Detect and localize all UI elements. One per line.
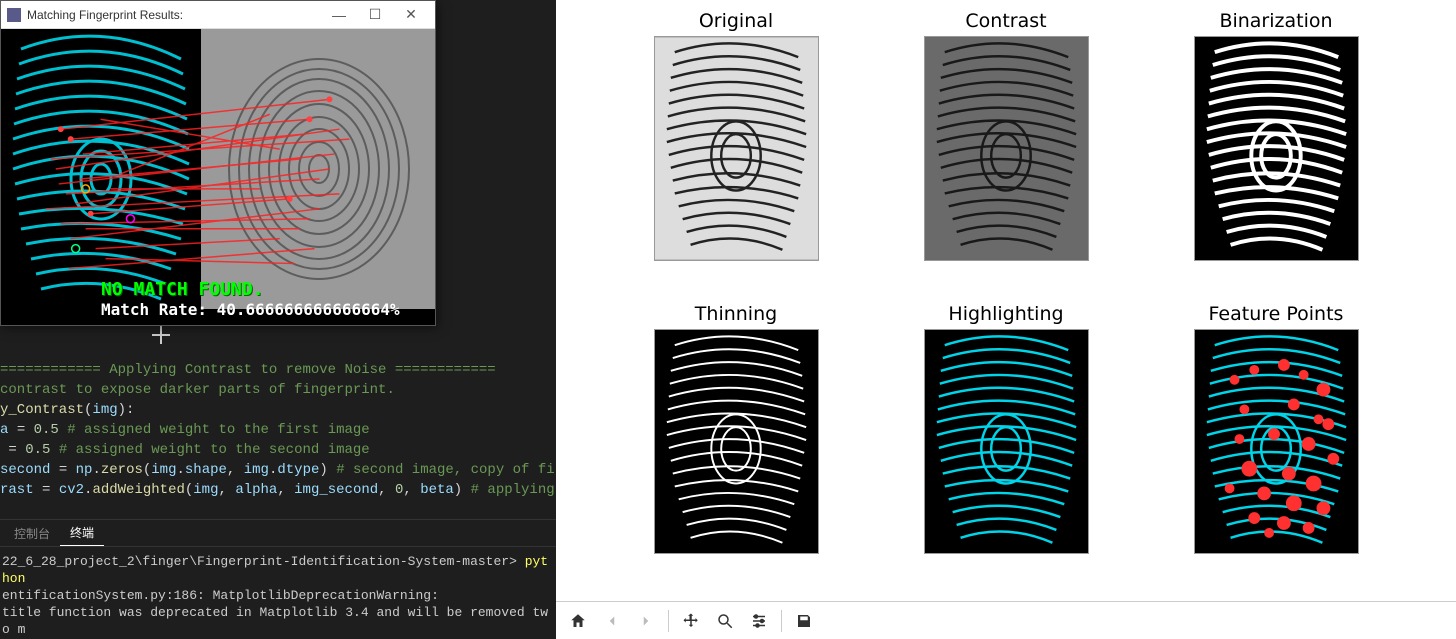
home-icon: [569, 612, 587, 630]
crosshair-cursor-icon: [152, 326, 170, 344]
match-rate-text: Match Rate: 40.666666666666664%: [101, 300, 427, 319]
back-button[interactable]: [596, 606, 628, 636]
plot-image: [924, 36, 1089, 261]
pan-icon: [682, 612, 700, 630]
plot-title: Highlighting: [948, 303, 1063, 325]
plot-original: Original: [616, 10, 856, 299]
configure-button[interactable]: [743, 606, 775, 636]
terminal-output[interactable]: 22_6_28_project_2\finger\Fingerprint-Ide…: [0, 547, 556, 639]
terminal-tabs: 控制台 终端: [0, 519, 556, 547]
plot-image: [654, 36, 819, 261]
forward-icon: [637, 612, 655, 630]
window-icon: [7, 8, 21, 22]
save-button[interactable]: [788, 606, 820, 636]
plot-image: [924, 329, 1089, 554]
tab-terminal[interactable]: 终端: [60, 520, 104, 546]
home-button[interactable]: [562, 606, 594, 636]
plot-contrast: Contrast: [886, 10, 1126, 299]
plot-grid: Original: [556, 0, 1456, 601]
plot-title: Contrast: [965, 10, 1046, 32]
matplotlib-figure-window: Original: [556, 0, 1456, 639]
plot-thinning: Thinning: [616, 303, 856, 592]
plot-image: [1194, 329, 1359, 554]
window-titlebar[interactable]: Matching Fingerprint Results: — ☐ ✕: [1, 1, 435, 29]
matplotlib-toolbar: [556, 601, 1456, 639]
toolbar-separator: [781, 610, 782, 632]
plot-title: Binarization: [1219, 10, 1332, 32]
close-button[interactable]: ✕: [393, 3, 429, 27]
forward-button[interactable]: [630, 606, 662, 636]
fingerprint-left-image: [1, 29, 201, 309]
tab-console[interactable]: 控制台: [4, 521, 60, 546]
plot-image: [1194, 36, 1359, 261]
zoom-button[interactable]: [709, 606, 741, 636]
zoom-icon: [716, 612, 734, 630]
plot-binarization: Binarization: [1156, 10, 1396, 299]
save-icon: [795, 612, 813, 630]
no-match-text: NO MATCH FOUND.: [101, 279, 427, 300]
plot-title: Thinning: [695, 303, 777, 325]
pan-button[interactable]: [675, 606, 707, 636]
plot-title: Feature Points: [1209, 303, 1344, 325]
fingerprint-right-image: [201, 29, 435, 309]
minimize-button[interactable]: —: [321, 3, 357, 27]
toolbar-separator: [668, 610, 669, 632]
plot-title: Original: [699, 10, 773, 32]
window-title: Matching Fingerprint Results:: [27, 8, 321, 22]
maximize-button[interactable]: ☐: [357, 3, 393, 27]
sliders-icon: [750, 612, 768, 630]
matching-results-window: Matching Fingerprint Results: — ☐ ✕: [0, 0, 436, 326]
plot-image: [654, 329, 819, 554]
match-visualization: NO MATCH FOUND. Match Rate: 40.666666666…: [1, 29, 435, 325]
back-icon: [603, 612, 621, 630]
plot-feature-points: Feature Points: [1156, 303, 1396, 592]
plot-highlighting: Highlighting: [886, 303, 1126, 592]
editor-panel: Matching Fingerprint Results: — ☐ ✕: [0, 0, 556, 639]
